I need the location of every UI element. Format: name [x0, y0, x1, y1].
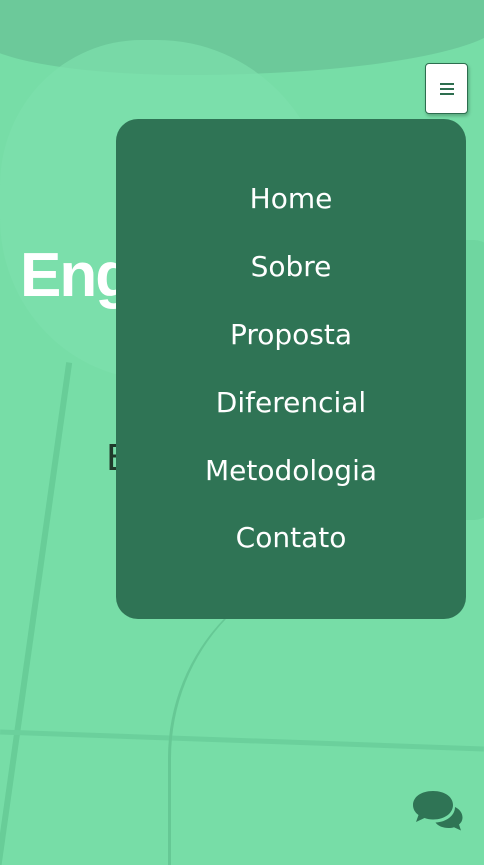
nav-link-contato[interactable]: Contato [236, 521, 347, 554]
nav-item-diferencial: Diferencial [116, 368, 466, 436]
nav-item-metodologia: Metodologia [116, 436, 466, 504]
nav-link-home[interactable]: Home [250, 182, 333, 215]
hero-background-line [0, 729, 484, 752]
nav-item-contato: Contato [116, 504, 466, 572]
hero-background-line [0, 362, 73, 865]
nav-item-proposta: Proposta [116, 301, 466, 369]
nav-item-sobre: Sobre [116, 233, 466, 301]
nav-link-proposta[interactable]: Proposta [230, 318, 352, 351]
nav-item-home: Home [116, 165, 466, 233]
hero-background-shape [0, 0, 484, 75]
chat-bubbles-icon [413, 791, 463, 831]
chat-button[interactable] [411, 788, 463, 832]
hero-title: Eng [20, 241, 133, 310]
hamburger-icon [439, 82, 454, 95]
nav-link-sobre[interactable]: Sobre [251, 250, 332, 283]
nav-link-diferencial[interactable]: Diferencial [216, 386, 366, 419]
nav-link-metodologia[interactable]: Metodologia [205, 454, 377, 487]
nav-dropdown-panel: Home Sobre Proposta Diferencial Metodolo… [116, 119, 466, 619]
menu-toggle-button[interactable] [425, 63, 468, 114]
nav-list: Home Sobre Proposta Diferencial Metodolo… [116, 165, 466, 572]
